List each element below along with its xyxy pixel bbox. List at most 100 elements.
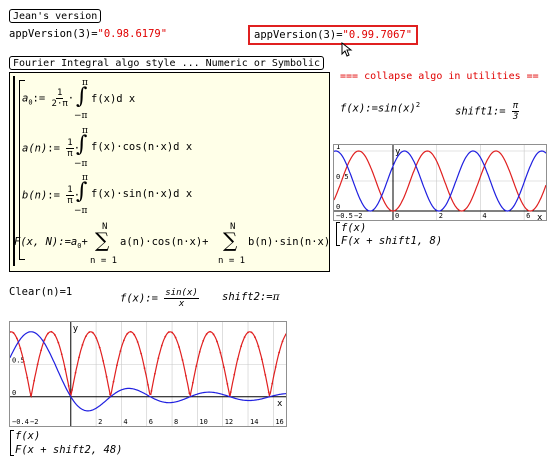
an-int-lower: −π — [74, 159, 88, 169]
series-point-1 — [29, 394, 32, 397]
series-point-1 — [247, 331, 249, 334]
series-point-1 — [50, 330, 53, 333]
plot1-frame[interactable]: 0 2 4 6 1 0.5 0 y x −0.5 −2 — [333, 143, 547, 223]
F-definition[interactable]: F(x, N):=a0+ — [14, 236, 88, 250]
series-point-1 — [71, 389, 73, 391]
series-point-1 — [257, 345, 260, 348]
a0-frac-num: 1 — [55, 88, 64, 99]
series-point-1 — [212, 333, 215, 336]
series-point-1 — [188, 392, 191, 395]
shift2-name: shift2 — [222, 291, 260, 303]
sum-sign-icon: ∑ — [223, 228, 238, 252]
series-point-1 — [26, 376, 29, 379]
series-point-1 — [88, 331, 91, 333]
fourier-label: Fourier Integral algo style ... Numeric … — [9, 56, 325, 70]
y-tick-label: 0 — [336, 203, 340, 211]
a0-definition[interactable]: a0:= 1 2·π · — [22, 88, 74, 109]
plot1-legend-F: F(x + shift1, 8) — [341, 235, 443, 247]
x-tick-label: 4 — [482, 212, 486, 220]
integral-sign-icon: ∫ — [76, 132, 88, 157]
bn-definition[interactable]: b(n):= 1 π · — [22, 185, 80, 206]
jeans-version-label: Jean's version — [9, 9, 102, 23]
an-integrand: f(x)·cos(n·x)d x — [91, 141, 193, 153]
series-point-1 — [60, 353, 63, 356]
series-point-1 — [157, 357, 160, 360]
bn-integrand: f(x)·sin(n·x)d x — [91, 188, 193, 200]
x-tick-label: 4 — [123, 418, 127, 426]
a0-int-lower: −π — [74, 111, 88, 121]
right-appversion[interactable]: appVersion(3)="0.99.7067" — [248, 25, 419, 45]
x-tick-label: 6 — [526, 212, 530, 220]
plot1-f-exp: 2 — [415, 101, 421, 109]
x-tick-label: 16 — [275, 418, 283, 426]
series-point-1 — [19, 347, 22, 350]
series-point-1 — [147, 384, 149, 386]
x-tick-label: 10 — [199, 418, 207, 426]
plot2-shift-definition[interactable]: shift2:=π — [222, 291, 280, 303]
series-point-1 — [167, 331, 170, 334]
x-tick-label: 6 — [149, 418, 153, 426]
F-sub: 0 — [77, 242, 82, 251]
an-definition[interactable]: a(n):= 1 π · — [22, 138, 80, 159]
plot1-legend-f: f(x) — [341, 222, 367, 234]
x-tick-label: 12 — [225, 418, 233, 426]
series-point-1 — [116, 364, 118, 367]
series-point-1 — [226, 383, 229, 385]
assign-op: := — [492, 105, 506, 118]
x-range-min-label: −0.5 — [336, 212, 353, 220]
bn-name: b(n) — [22, 189, 48, 202]
series-point-1 — [109, 393, 111, 396]
integral-sign-icon: ∫ — [76, 84, 88, 109]
series-point-1 — [233, 373, 236, 376]
plot2-f-def: f(x):= — [120, 292, 158, 305]
assign-op: := — [259, 291, 273, 303]
shift1-den: 3 — [512, 112, 519, 122]
series-point-1 — [174, 336, 177, 339]
series-line-2 — [9, 331, 287, 412]
bn-int-lower: −π — [74, 206, 88, 216]
y-axis-label: y — [73, 324, 79, 334]
sum2-term: b(n)·sin(n·x) — [248, 236, 331, 248]
series-point-1 — [185, 374, 187, 377]
plot2-frame[interactable]: 2 4 6 8 10 12 14 16 0.5 0 y x −0.4 −2 — [9, 321, 287, 427]
series-point-1 — [240, 345, 243, 348]
series-point-1 — [53, 334, 56, 336]
left-appversion[interactable]: appVersion(3)="0.98.6179" — [9, 28, 167, 40]
series-point-1 — [85, 335, 87, 338]
series-point-1 — [209, 330, 212, 333]
series-point-1 — [150, 390, 153, 392]
series-point-1 — [33, 379, 36, 382]
clear-n[interactable]: Clear(n)=1 — [9, 286, 72, 298]
left-appversion-expr: appVersion(3) — [9, 28, 92, 40]
a0-integrand: f(x)d x — [91, 93, 136, 105]
series-point-1 — [40, 349, 42, 352]
series-point-1 — [143, 367, 146, 370]
x-tick-label: 0 — [395, 212, 399, 220]
integral-sign-icon: ∫ — [76, 179, 88, 204]
series-point-1 — [154, 372, 156, 375]
series-point-1 — [74, 371, 77, 374]
x-range-min-label: −0.4 — [12, 418, 29, 426]
bn-frac-num: 1 — [66, 185, 74, 196]
series-point-1 — [133, 333, 136, 336]
series-point-1 — [216, 340, 218, 343]
series-point-1 — [129, 330, 132, 333]
right-appversion-expr: appVersion(3) — [254, 29, 337, 41]
F-lhs: F(x, N):=a — [14, 236, 78, 248]
plot2-f-definition[interactable]: f(x):= sin(x) x — [120, 288, 199, 309]
series-point-1 — [219, 351, 222, 354]
series-point-1 — [98, 346, 101, 349]
series-point-1 — [191, 381, 194, 384]
series-point-1 — [16, 337, 18, 340]
series-point-1 — [223, 366, 225, 369]
sum2-lower: n = 1 — [218, 256, 246, 266]
left-appversion-value: "0.98.6179" — [97, 28, 168, 40]
series-point-1 — [78, 356, 80, 359]
series-point-1 — [271, 382, 274, 385]
series-point-1 — [264, 373, 267, 376]
plot1-f-definition[interactable]: f(x):=sin(x)2 — [340, 101, 420, 115]
plot1-shift-definition[interactable]: shift1:= π3 — [455, 101, 520, 122]
series-point-1 — [229, 391, 232, 393]
series-point-1 — [160, 344, 163, 347]
bn-frac-den: π — [67, 196, 73, 206]
